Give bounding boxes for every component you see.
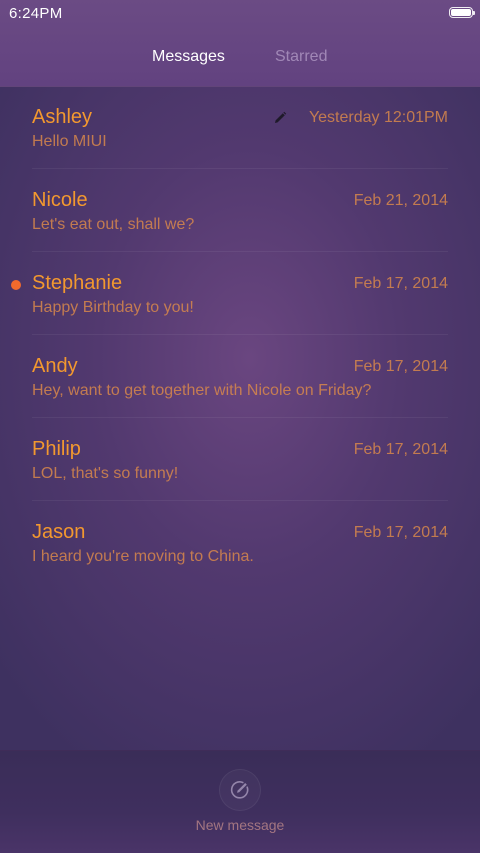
message-date: Feb 17, 2014	[353, 441, 448, 458]
message-row-stephanie[interactable]: Stephanie Feb 17, 2014 Happy Birthday to…	[11, 252, 448, 335]
battery-icon	[449, 7, 475, 18]
contact-name: Jason	[32, 521, 86, 543]
contact-name: Andy	[32, 355, 78, 377]
unread-indicator	[11, 280, 21, 290]
message-preview: Hello MIUI	[32, 133, 107, 150]
message-row-jason[interactable]: Jason Feb 17, 2014 I heard you're moving…	[32, 501, 448, 583]
message-row-andy[interactable]: Andy Feb 17, 2014 Hey, want to get toget…	[32, 335, 448, 418]
new-message-button[interactable]	[219, 769, 261, 811]
message-preview: Let's eat out, shall we?	[32, 216, 195, 233]
new-message-label[interactable]: New message	[0, 817, 480, 833]
message-row-nicole[interactable]: Nicole Feb 21, 2014 Let's eat out, shall…	[32, 169, 448, 252]
tab-starred[interactable]: Starred	[275, 48, 327, 66]
contact-name: Ashley	[32, 106, 93, 128]
contact-name: Stephanie	[32, 272, 123, 294]
contact-name: Nicole	[32, 189, 88, 211]
message-preview: I heard you're moving to China.	[32, 548, 254, 565]
message-date: Feb 17, 2014	[353, 358, 448, 375]
message-preview: Hey, want to get together with Nicole on…	[32, 382, 372, 399]
message-row-ashley[interactable]: Ashley Yesterday 12:01PM Hello MIUI	[32, 86, 448, 169]
status-bar: 6:24PM	[0, 0, 480, 28]
bottom-bar: New message	[0, 750, 480, 853]
message-list: Ashley Yesterday 12:01PM Hello MIUI Nico…	[0, 86, 480, 583]
message-row-philip[interactable]: Philip Feb 17, 2014 LOL, that's so funny…	[32, 418, 448, 501]
message-preview: LOL, that's so funny!	[32, 465, 179, 482]
message-date: Feb 17, 2014	[353, 524, 448, 541]
app-header: 6:24PM Messages Starred	[0, 0, 480, 87]
battery-level	[451, 9, 471, 16]
status-time: 6:24PM	[9, 5, 63, 22]
pencil-icon	[275, 111, 287, 123]
message-date: Yesterday 12:01PM	[308, 109, 448, 126]
compose-icon	[230, 781, 249, 799]
message-date: Feb 17, 2014	[353, 275, 448, 292]
message-date: Feb 21, 2014	[353, 192, 448, 209]
message-preview: Happy Birthday to you!	[32, 299, 194, 316]
tab-messages[interactable]: Messages	[152, 48, 225, 66]
contact-name: Philip	[32, 438, 81, 460]
